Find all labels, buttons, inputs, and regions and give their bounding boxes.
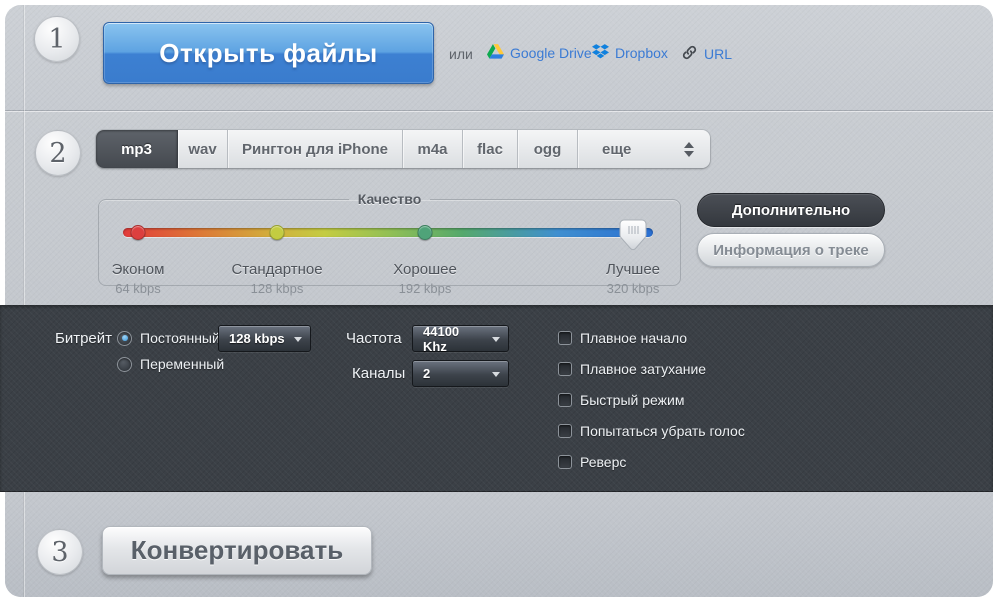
google-drive-label: Google Drive xyxy=(510,45,592,61)
checkbox-icon xyxy=(558,424,572,438)
radio-selected-icon xyxy=(117,330,132,346)
frequency-select-value: 44100 Khz xyxy=(423,323,460,354)
channels-label: Каналы xyxy=(352,365,406,382)
tab-wav[interactable]: wav xyxy=(178,130,228,168)
updown-arrows-icon xyxy=(684,141,694,157)
quality-label-standard: Стандартное 128 kbps xyxy=(231,261,323,296)
tab-flac[interactable]: flac xyxy=(463,130,518,168)
checkbox-icon xyxy=(558,393,572,407)
url-label: URL xyxy=(704,46,733,62)
quality-slider-thumb[interactable] xyxy=(619,219,647,260)
bitrate-select-value: 128 kbps xyxy=(229,331,285,346)
quality-stop-standard[interactable] xyxy=(269,225,285,240)
remove-voice-checkbox[interactable]: Попытаться убрать голос xyxy=(558,423,745,439)
step-2-badge: 2 xyxy=(35,130,81,176)
tab-ogg[interactable]: ogg xyxy=(518,130,578,168)
link-icon xyxy=(681,44,698,64)
fade-in-label: Плавное начало xyxy=(580,330,688,346)
quality-label-best: Лучшее 320 kbps xyxy=(605,261,661,296)
fast-mode-checkbox[interactable]: Быстрый режим xyxy=(558,392,684,408)
radio-unselected-icon xyxy=(117,356,132,372)
step-3-number: 3 xyxy=(51,536,69,568)
bitrate-variable-label: Переменный xyxy=(140,356,225,372)
quality-label-good: Хорошее 192 kbps xyxy=(393,261,457,296)
step-2-number: 2 xyxy=(49,137,67,169)
frequency-select[interactable]: 44100 Khz xyxy=(412,323,509,354)
checkbox-icon xyxy=(558,455,572,469)
step-1-badge: 1 xyxy=(34,16,80,62)
dropbox-icon xyxy=(592,44,609,62)
quality-stop-good[interactable] xyxy=(417,225,433,240)
quality-fieldset: Качество Эконом 64 kbps Стандартное 128 … xyxy=(98,191,681,296)
url-link[interactable]: URL xyxy=(681,44,732,64)
reverse-checkbox[interactable]: Реверс xyxy=(558,454,626,470)
bitrate-constant-radio[interactable]: Постоянный xyxy=(117,330,220,346)
chevron-down-icon xyxy=(492,372,500,377)
bitrate-constant-label: Постоянный xyxy=(140,330,220,346)
convert-button[interactable]: Конвертировать xyxy=(102,526,372,575)
checkbox-icon xyxy=(558,331,572,345)
quality-label-economy: Эконом 64 kbps xyxy=(111,261,165,296)
format-tab-bar: mp3 wav Рингтон для iPhone m4a flac ogg … xyxy=(96,130,710,168)
remove-voice-label: Попытаться убрать голос xyxy=(580,423,745,439)
dropbox-link[interactable]: Dropbox xyxy=(592,44,668,62)
tab-more-label: еще xyxy=(602,140,632,158)
reverse-label: Реверс xyxy=(580,454,627,470)
bitrate-variable-radio[interactable]: Переменный xyxy=(117,356,224,372)
dropbox-label: Dropbox xyxy=(615,45,668,61)
bitrate-select[interactable]: 128 kbps xyxy=(218,325,311,352)
audio-converter-app: 1 Открыть файлы или Google Drive Dropbox… xyxy=(0,0,1007,606)
google-drive-link[interactable]: Google Drive xyxy=(487,44,592,62)
advanced-settings-button[interactable]: Дополнительно xyxy=(697,193,885,227)
tab-mp3[interactable]: mp3 xyxy=(96,130,178,168)
fade-in-checkbox[interactable]: Плавное начало xyxy=(558,330,687,346)
quality-stop-economy[interactable] xyxy=(130,225,146,240)
channels-select-value: 2 xyxy=(423,366,431,381)
or-label: или xyxy=(449,46,473,62)
fast-mode-label: Быстрый режим xyxy=(580,392,685,408)
channels-select[interactable]: 2 xyxy=(412,360,509,387)
open-files-button[interactable]: Открыть файлы xyxy=(103,22,434,84)
chevron-down-icon xyxy=(294,337,302,342)
tab-more-formats[interactable]: еще xyxy=(578,130,710,168)
bitrate-label: Битрейт xyxy=(55,330,113,347)
quality-slider-track[interactable] xyxy=(123,228,653,237)
track-info-button[interactable]: Информация о треке xyxy=(697,233,885,267)
step-3-badge: 3 xyxy=(37,529,83,575)
tab-iphone-ringtone[interactable]: Рингтон для iPhone xyxy=(228,130,403,168)
fade-out-checkbox[interactable]: Плавное затухание xyxy=(558,361,706,377)
checkbox-icon xyxy=(558,362,572,376)
chevron-down-icon xyxy=(492,337,500,342)
quality-legend: Качество xyxy=(357,191,422,207)
google-drive-icon xyxy=(487,44,504,62)
tab-m4a[interactable]: m4a xyxy=(403,130,463,168)
fade-out-label: Плавное затухание xyxy=(580,361,707,377)
frequency-label: Частота xyxy=(346,330,402,347)
step-1-number: 1 xyxy=(48,23,66,55)
